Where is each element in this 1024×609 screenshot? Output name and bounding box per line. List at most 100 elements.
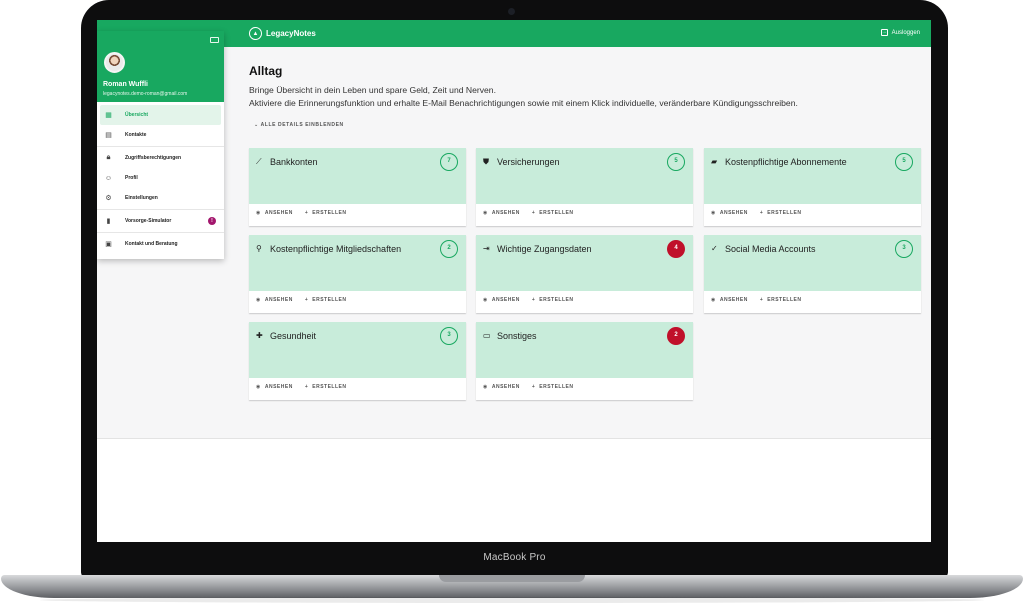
sidebar-item-vorsorge-simulator[interactable]: ▮ Vorsorge-Simulator ! — [97, 211, 224, 231]
logo-icon: ▲ — [249, 27, 262, 40]
card-gesundheit[interactable]: ✚ Gesundheit 3 ◉ ANSEHEN + ERSTELLEN — [249, 322, 466, 400]
logout-label: Ausloggen — [891, 29, 920, 36]
create-button[interactable]: + ERSTELLEN — [305, 297, 347, 303]
face-icon: ☺ — [104, 174, 113, 182]
footer-area — [97, 438, 931, 542]
brand[interactable]: ▲ LegacyNotes — [249, 27, 316, 40]
view-button[interactable]: ◉ ANSEHEN — [483, 210, 520, 216]
sidebar-item-label: Zugriffsberechtigungen — [125, 155, 182, 161]
plus-icon: + — [531, 210, 536, 216]
login-icon: ⇥ — [483, 244, 490, 253]
card-title: Gesundheit — [270, 331, 317, 341]
view-button[interactable]: ◉ ANSEHEN — [256, 297, 293, 303]
card-bankkonten[interactable]: ⟋ Bankkonten 7 ◉ ANSEHEN + ERSTELLEN — [249, 148, 466, 226]
dashboard-icon: ▦ — [105, 112, 112, 119]
create-button[interactable]: + ERSTELLEN — [532, 297, 574, 303]
view-label: ANSEHEN — [491, 297, 520, 303]
sidebar-item-zugriffsberechtigungen[interactable]: 🔒︎ Zugriffsberechtigungen — [97, 148, 224, 168]
eye-icon: ◉ — [711, 210, 716, 216]
toggle-details-button[interactable]: ⌄ ALLE DETAILS EINBLENDEN — [254, 122, 344, 128]
view-label: ANSEHEN — [264, 297, 293, 303]
eye-icon: ◉ — [256, 384, 261, 390]
card-actions: ◉ ANSEHEN + ERSTELLEN — [711, 297, 801, 303]
sidebar-item-label: Kontakt und Beratung — [125, 241, 178, 247]
card-actions: ◉ ANSEHEN + ERSTELLEN — [483, 210, 573, 216]
contact-card-icon: ▤ — [105, 132, 112, 139]
create-button[interactable]: + ERSTELLEN — [760, 297, 802, 303]
user-name: Roman Wuffli — [103, 81, 148, 88]
create-label: ERSTELLEN — [312, 210, 347, 216]
view-button[interactable]: ◉ ANSEHEN — [483, 297, 520, 303]
create-button[interactable]: + ERSTELLEN — [760, 210, 802, 216]
plus-icon: + — [304, 384, 309, 390]
card-title: Kostenpflichtige Mitgliedschaften — [270, 244, 402, 254]
count-badge: 5 — [667, 153, 685, 171]
card-title: Kostenpflichtige Abonnemente — [725, 157, 847, 167]
navigation-drawer: Roman Wuffli legacynotes.demo-roman@gmai… — [97, 31, 224, 259]
view-button[interactable]: ◉ ANSEHEN — [256, 210, 293, 216]
create-label: ERSTELLEN — [767, 297, 802, 303]
create-label: ERSTELLEN — [312, 384, 347, 390]
create-label: ERSTELLEN — [312, 297, 347, 303]
view-label: ANSEHEN — [491, 210, 520, 216]
count-badge: 5 — [895, 153, 913, 171]
card-social-media[interactable]: ✓ Social Media Accounts 3 ◉ ANSEHEN + ERST… — [704, 235, 921, 313]
create-button[interactable]: + ERSTELLEN — [532, 210, 574, 216]
bar-chart-icon: ▮ — [106, 218, 111, 225]
card-mitgliedschaften[interactable]: ⚲ Kostenpflichtige Mitgliedschaften 2 ◉ A… — [249, 235, 466, 313]
sidebar-item-kontakte[interactable]: ▤ Kontakte — [97, 125, 224, 145]
sidebar-item-kontakt-beratung[interactable]: ▣ Kontakt und Beratung — [97, 234, 224, 254]
sidebar-item-label: Kontakte — [125, 132, 147, 138]
nav-divider — [97, 146, 224, 147]
card-abonnemente[interactable]: ▰ Kostenpflichtige Abonnemente 5 ◉ ANSEHE… — [704, 148, 921, 226]
membership-icon: ⚲ — [256, 244, 262, 253]
notification-badge: ! — [208, 217, 216, 225]
camera-dot — [508, 8, 515, 15]
chat-icon: ▣ — [105, 241, 112, 248]
eye-icon: ◉ — [483, 297, 488, 303]
view-button[interactable]: ◉ ANSEHEN — [483, 384, 520, 390]
laptop-model-label: MacBook Pro — [483, 552, 546, 563]
plus-icon: + — [759, 210, 764, 216]
card-sonstiges[interactable]: ▭ Sonstiges 2 ◉ ANSEHEN + ERSTELLEN — [476, 322, 693, 400]
sidebar-item-label: Übersicht — [125, 112, 149, 118]
card-actions: ◉ ANSEHEN + ERSTELLEN — [483, 297, 573, 303]
count-badge: 4 — [667, 240, 685, 258]
card-actions: ◉ ANSEHEN + ERSTELLEN — [256, 384, 346, 390]
collapse-icon[interactable] — [210, 37, 219, 43]
sidebar-item-profil[interactable]: ☺ Profil — [97, 168, 224, 188]
sidebar-item-label: Vorsorge-Simulator — [125, 218, 172, 224]
card-title: Bankkonten — [270, 157, 318, 167]
view-button[interactable]: ◉ ANSEHEN — [711, 297, 748, 303]
view-label: ANSEHEN — [719, 210, 748, 216]
sidebar-item-label: Einstellungen — [125, 195, 158, 201]
count-badge: 3 — [440, 327, 458, 345]
laptop-mockup: ▲ LegacyNotes → Ausloggen Alltag Bringe … — [0, 0, 1024, 609]
create-label: ERSTELLEN — [539, 384, 574, 390]
avatar[interactable] — [104, 52, 125, 73]
count-badge: 2 — [440, 240, 458, 258]
view-button[interactable]: ◉ ANSEHEN — [256, 384, 293, 390]
count-badge: 2 — [667, 327, 685, 345]
card-zugangsdaten[interactable]: ⇥ Wichtige Zugangsdaten 4 ◉ ANSEHEN + ERST… — [476, 235, 693, 313]
create-button[interactable]: + ERSTELLEN — [532, 384, 574, 390]
chevron-down-icon: ⌄ — [254, 122, 261, 128]
sidebar-item-uebersicht[interactable]: ▦ Übersicht — [100, 105, 221, 125]
create-button[interactable]: + ERSTELLEN — [305, 384, 347, 390]
logout-button[interactable]: → Ausloggen — [880, 29, 920, 36]
sidebar-item-label: Profil — [125, 175, 138, 181]
lock-icon: 🔒︎ — [106, 154, 111, 161]
plus-icon: + — [531, 384, 536, 390]
brand-name: LegacyNotes — [266, 29, 316, 38]
create-button[interactable]: + ERSTELLEN — [305, 210, 347, 216]
gear-icon: ⚙ — [105, 195, 112, 202]
sidebar-item-einstellungen[interactable]: ⚙ Einstellungen — [97, 188, 224, 208]
create-label: ERSTELLEN — [539, 210, 574, 216]
card-versicherungen[interactable]: ⛊ Versicherungen 5 ◉ ANSEHEN + ERSTELLEN — [476, 148, 693, 226]
subscription-icon: ▰ — [711, 157, 718, 166]
view-button[interactable]: ◉ ANSEHEN — [711, 210, 748, 216]
main-content: Alltag Bringe Übersicht in dein Leben un… — [249, 47, 921, 437]
page-description-line1: Bringe Übersicht in dein Leben und spare… — [249, 85, 496, 95]
card-actions: ◉ ANSEHEN + ERSTELLEN — [256, 210, 346, 216]
plus-icon: + — [531, 297, 536, 303]
